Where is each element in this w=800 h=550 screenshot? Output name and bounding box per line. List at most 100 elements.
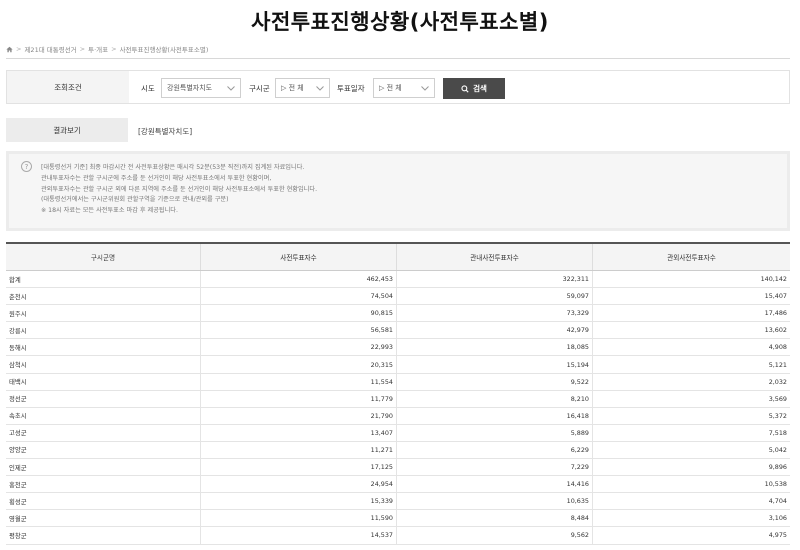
cell-inside: 5,889 [397,424,593,441]
cell-outside: 4,704 [768,497,787,506]
search-icon [461,84,469,93]
table-row: 합계 462,453 322,311 140,142 [6,271,790,289]
column-header-total: 사전투표자수 [201,244,397,270]
cell-district: 횡성군 [6,493,201,510]
cell-district: 정선군 [6,390,201,407]
divider [6,58,790,59]
cell-inside: 7,229 [397,459,593,476]
date-select[interactable]: ▷ 전 체 [373,78,435,98]
table-row: 춘천시 74,504 59,097 15,407 [6,288,790,306]
breadcrumb-separator: > [79,45,86,53]
sido-label: 시도 [141,84,155,93]
cell-inside: 16,418 [397,407,593,424]
table-row: 영월군 11,590 8,484 3,106 [6,510,790,528]
page-title: 사전투표진행상황(사전투표소별) [251,10,549,34]
notice-line: [대통령선거 기준] 최종 마감시간 전 사전투표상황은 매시각 52분(53분… [41,164,305,171]
gusigun-label: 구시군 [249,84,270,93]
cell-inside: 73,329 [397,305,593,322]
table-row: 원주시 90,815 73,329 17,486 [6,305,790,323]
table-row: 동해시 22,993 18,085 4,908 [6,339,790,357]
table-row: 강릉시 56,581 42,979 13,602 [6,322,790,340]
cell-outside: 9,896 [768,463,787,472]
breadcrumb-item-election[interactable]: 제21대 대통령선거 [24,44,76,54]
date-label: 투표일자 [337,84,365,93]
search-panel: 조회조건 시도 강원특별자치도 구시군 ▷ 전 체 투표일자 ▷ 전 체 검색 [6,70,790,104]
cell-district: 원주시 [6,305,201,322]
table-row: 태백시 11,554 9,522 2,032 [6,373,790,391]
table-row: 평창군 14,537 9,562 4,975 [6,527,790,545]
cell-total: 11,779 [201,390,397,407]
table-row: 고성군 13,407 5,889 7,518 [6,424,790,442]
cell-district: 합계 [6,271,201,288]
info-icon: ? [21,161,32,172]
cell-inside: 42,979 [397,322,593,339]
cell-outside: 5,042 [768,445,787,454]
breadcrumb-item-vote[interactable]: 투·개표 [88,44,108,54]
cell-district: 인제군 [6,459,201,476]
table-row: 양양군 11,271 6,229 5,042 [6,441,790,460]
cell-total: 22,993 [201,339,397,356]
cell-total: 462,453 [201,271,397,288]
notice-text: [대통령선거 기준] 최종 마감시간 전 사전투표상황은 매시각 52분(53분… [41,163,317,217]
result-value: [강원특별자치도] [138,127,193,136]
result-header: 결과보기 [6,118,128,142]
cell-district: 춘천시 [6,288,201,305]
cell-inside: 9,562 [397,527,593,544]
cell-district: 양양군 [6,441,201,459]
cell-total: 14,537 [201,527,397,544]
cell-district: 홍천군 [6,476,201,493]
sido-select[interactable]: 강원특별자치도 [161,78,241,98]
column-header-district: 구시군명 [6,244,201,270]
cell-inside: 18,085 [397,339,593,356]
table-header: 구시군명 사전투표자수 관내사전투표자수 관외사전투표자수 [6,244,790,271]
cell-district: 동해시 [6,339,201,356]
cell-district: 속초시 [6,407,201,424]
column-header-outside: 관외사전투표자수 [667,254,716,262]
cell-outside: 10,538 [764,480,787,489]
result-row: 결과보기 [강원특별자치도] [6,118,790,142]
cell-outside: 4,975 [768,531,787,540]
cell-total: 11,271 [201,441,397,459]
cell-inside: 15,194 [397,356,593,373]
table-row: 정선군 11,779 8,210 3,569 [6,390,790,408]
breadcrumb-item-current: 사전투표진행상황(사전투표소별) [119,46,209,54]
cell-total: 11,590 [201,510,397,527]
cell-outside: 7,518 [768,428,787,437]
cell-outside: 13,602 [764,326,787,335]
sido-select-value: 강원특별자치도 [167,84,213,92]
cell-total: 90,815 [201,305,397,322]
cell-inside: 10,635 [397,493,593,510]
gusigun-select-value: ▷ 전 체 [281,84,304,92]
cell-total: 74,504 [201,288,397,305]
table-body: 합계 462,453 322,311 140,142 춘천시 74,504 59,097 15… [6,271,790,545]
cell-outside: 5,372 [768,411,787,420]
notice-line: ※ 18시 자료는 모든 사전투표소 마감 후 제공됩니다. [41,207,178,215]
cell-inside: 6,229 [397,441,593,459]
cell-district: 삼척시 [6,356,201,373]
cell-inside: 59,097 [397,288,593,305]
chevron-down-icon [227,86,235,91]
cell-total: 17,125 [201,459,397,476]
cell-total: 20,315 [201,356,397,373]
table-row: 홍천군 24,954 14,416 10,538 [6,476,790,494]
table-row: 삼척시 20,315 15,194 5,121 [6,356,790,374]
search-button-label: 검색 [473,84,487,93]
cell-outside: 4,908 [768,343,787,352]
chevron-down-icon [421,86,429,91]
cell-total: 24,954 [201,476,397,493]
notice-line: (대통령선거에서는 구시군위원회 관할구역을 기준으로 관내/관외를 구분) [41,196,229,204]
cell-district: 고성군 [6,424,201,441]
table-row: 속초시 21,790 16,418 5,372 [6,407,790,425]
home-icon[interactable] [6,46,13,53]
cell-inside: 8,210 [397,390,593,407]
cell-total: 21,790 [201,407,397,424]
table-row: 인제군 17,125 7,229 9,896 [6,459,790,477]
table-row: 횡성군 15,339 10,635 4,704 [6,493,790,511]
cell-outside: 2,032 [768,377,787,386]
cell-district: 평창군 [6,527,201,544]
cell-district: 강릉시 [6,322,201,339]
search-button[interactable]: 검색 [443,78,505,99]
cell-inside: 322,311 [397,271,593,288]
gusigun-select[interactable]: ▷ 전 체 [275,78,330,98]
cell-district: 태백시 [6,373,201,390]
